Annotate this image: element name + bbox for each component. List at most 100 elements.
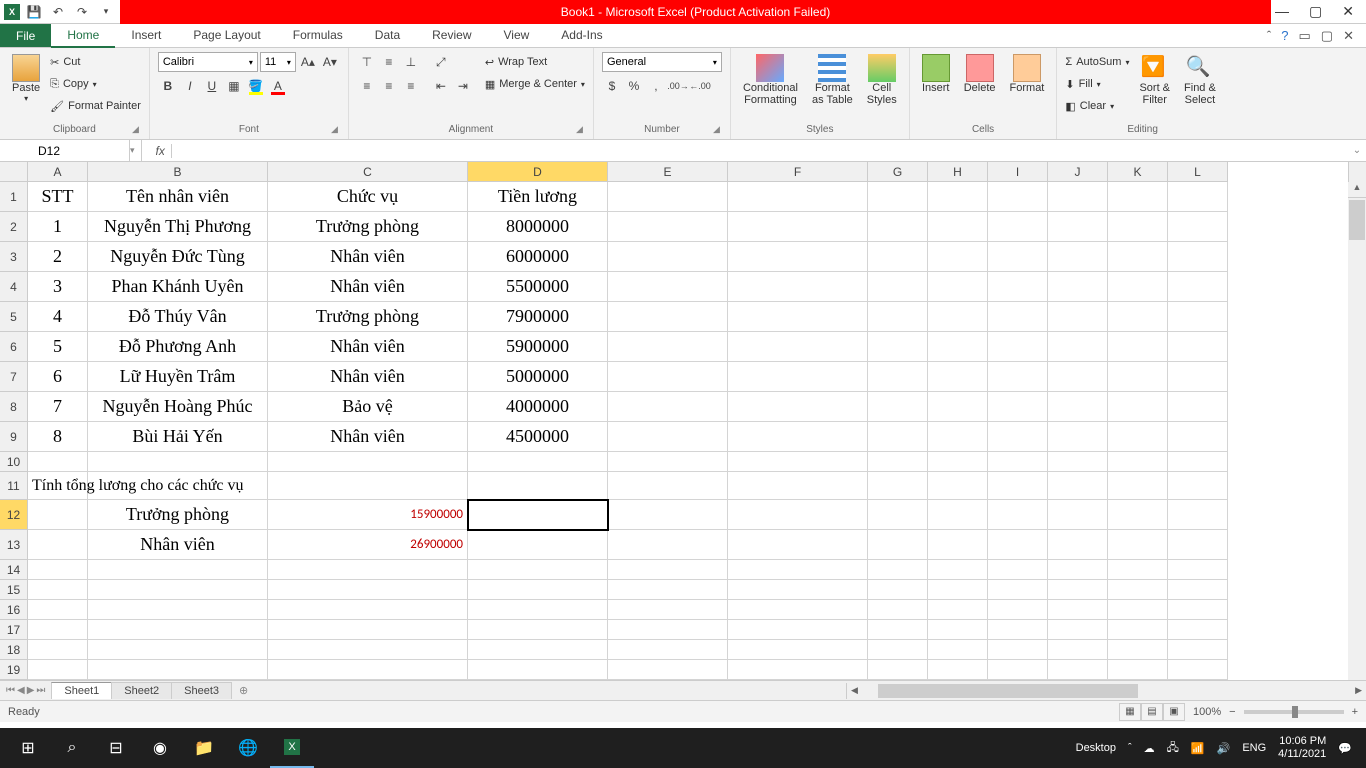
cell[interactable] xyxy=(1108,452,1168,472)
cell[interactable]: 6000000 xyxy=(468,242,608,272)
chrome-icon[interactable]: ◉ xyxy=(138,728,182,768)
cell[interactable] xyxy=(1108,530,1168,560)
cell[interactable] xyxy=(608,182,728,212)
cell[interactable] xyxy=(1168,422,1228,452)
align-top-button[interactable]: ⊤ xyxy=(357,52,377,72)
cell[interactable] xyxy=(268,472,468,500)
cell[interactable] xyxy=(728,332,868,362)
cell[interactable] xyxy=(1048,392,1108,422)
cell[interactable] xyxy=(928,332,988,362)
cell[interactable] xyxy=(268,640,468,660)
row-header[interactable]: 15 xyxy=(0,580,28,600)
page-layout-view-button[interactable]: ▤ xyxy=(1141,703,1163,721)
cell[interactable]: Đỗ Thúy Vân xyxy=(88,302,268,332)
column-header[interactable]: E xyxy=(608,162,728,182)
cell[interactable] xyxy=(28,452,88,472)
onedrive-icon[interactable]: ☁ xyxy=(1144,742,1155,755)
cell[interactable]: STT xyxy=(28,182,88,212)
cell[interactable] xyxy=(988,272,1048,302)
window-close-icon[interactable]: ✕ xyxy=(1343,28,1354,44)
cell[interactable] xyxy=(868,272,928,302)
cell[interactable] xyxy=(88,472,268,500)
currency-button[interactable]: $ xyxy=(602,76,622,96)
cell[interactable]: 5 xyxy=(28,332,88,362)
cell[interactable] xyxy=(928,500,988,530)
cell[interactable]: 15900000 xyxy=(268,500,468,530)
cell[interactable] xyxy=(608,472,728,500)
format-painter-button[interactable]: 🖌Format Painter xyxy=(50,96,141,116)
cell[interactable] xyxy=(1048,580,1108,600)
cell[interactable]: Nhân viên xyxy=(268,422,468,452)
cell[interactable] xyxy=(928,580,988,600)
bold-button[interactable]: B xyxy=(158,76,178,96)
cell[interactable] xyxy=(928,182,988,212)
cell[interactable] xyxy=(868,620,928,640)
cell[interactable] xyxy=(1048,472,1108,500)
cell[interactable] xyxy=(28,620,88,640)
fill-button[interactable]: ⬇Fill▾ xyxy=(1065,74,1129,94)
cell[interactable]: 5900000 xyxy=(468,332,608,362)
cell[interactable] xyxy=(988,362,1048,392)
delete-cells-button[interactable]: Delete xyxy=(960,52,1000,96)
cell[interactable]: Nguyễn Hoàng Phúc xyxy=(88,392,268,422)
cell[interactable]: 4000000 xyxy=(468,392,608,422)
cell[interactable] xyxy=(1168,640,1228,660)
zoom-slider[interactable] xyxy=(1244,710,1344,714)
column-header[interactable]: H xyxy=(928,162,988,182)
cell[interactable]: Bùi Hải Yến xyxy=(88,422,268,452)
tab-data[interactable]: Data xyxy=(359,24,416,48)
cell[interactable]: Đỗ Phương Anh xyxy=(88,332,268,362)
cell[interactable] xyxy=(1108,620,1168,640)
cell[interactable] xyxy=(88,580,268,600)
row-header[interactable]: 16 xyxy=(0,600,28,620)
cell[interactable] xyxy=(88,640,268,660)
align-right-button[interactable]: ≡ xyxy=(401,76,421,96)
cell[interactable] xyxy=(1168,580,1228,600)
cell[interactable] xyxy=(1168,182,1228,212)
cell[interactable] xyxy=(728,472,868,500)
row-header[interactable]: 4 xyxy=(0,272,28,302)
row-header[interactable]: 8 xyxy=(0,392,28,422)
cell[interactable] xyxy=(1108,472,1168,500)
cell[interactable] xyxy=(1048,362,1108,392)
cell[interactable] xyxy=(728,640,868,660)
cell[interactable] xyxy=(1168,560,1228,580)
percent-button[interactable]: % xyxy=(624,76,644,96)
cell[interactable] xyxy=(1108,600,1168,620)
cell[interactable]: 5500000 xyxy=(468,272,608,302)
cell[interactable] xyxy=(988,530,1048,560)
column-header[interactable]: C xyxy=(268,162,468,182)
cell[interactable] xyxy=(928,560,988,580)
column-header[interactable]: G xyxy=(868,162,928,182)
cell[interactable] xyxy=(868,182,928,212)
scroll-thumb[interactable] xyxy=(1349,200,1365,240)
cell[interactable] xyxy=(1048,272,1108,302)
sheet-tab[interactable]: Sheet3 xyxy=(171,682,232,699)
tab-add-ins[interactable]: Add-Ins xyxy=(545,24,618,48)
cell[interactable] xyxy=(1108,212,1168,242)
row-header[interactable]: 6 xyxy=(0,332,28,362)
format-as-table-button[interactable]: Format as Table xyxy=(808,52,857,108)
cell[interactable] xyxy=(468,530,608,560)
cell[interactable] xyxy=(1108,580,1168,600)
cell[interactable] xyxy=(88,560,268,580)
search-button[interactable]: ⌕ xyxy=(50,728,94,768)
conditional-formatting-button[interactable]: Conditional Formatting xyxy=(739,52,802,108)
merge-center-button[interactable]: ▦Merge & Center▾ xyxy=(485,74,585,94)
cell[interactable] xyxy=(1048,600,1108,620)
cell[interactable] xyxy=(988,242,1048,272)
cell[interactable]: 8000000 xyxy=(468,212,608,242)
cell[interactable] xyxy=(988,640,1048,660)
prev-sheet-icon[interactable]: ◀ xyxy=(17,685,25,696)
cell[interactable] xyxy=(468,472,608,500)
cell[interactable] xyxy=(988,500,1048,530)
column-header[interactable]: D xyxy=(468,162,608,182)
increase-decimal-button[interactable]: .00→ xyxy=(668,76,688,96)
cell[interactable] xyxy=(1168,472,1228,500)
align-bottom-button[interactable]: ⊥ xyxy=(401,52,421,72)
cell[interactable] xyxy=(608,660,728,680)
cell[interactable] xyxy=(1048,560,1108,580)
decrease-font-button[interactable]: A▾ xyxy=(320,52,340,72)
cell[interactable] xyxy=(988,392,1048,422)
cell[interactable] xyxy=(268,560,468,580)
